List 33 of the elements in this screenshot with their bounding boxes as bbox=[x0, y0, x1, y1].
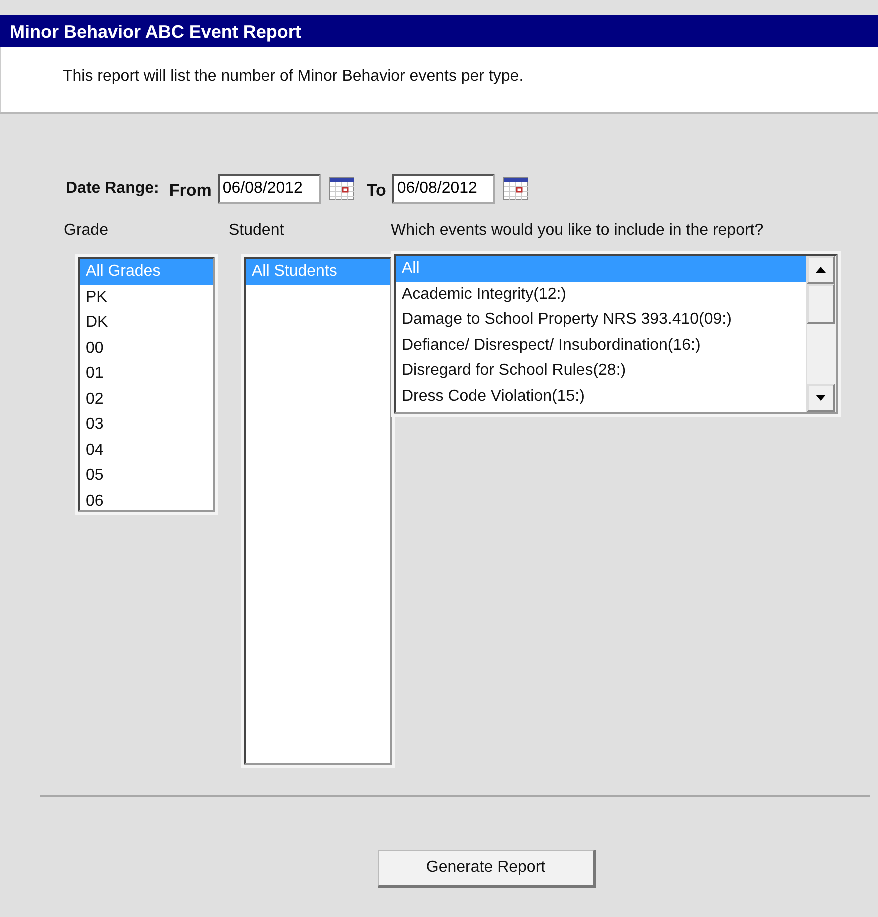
scroll-up-button[interactable] bbox=[807, 256, 835, 284]
page-title: Minor Behavior ABC Event Report bbox=[0, 15, 878, 47]
list-option[interactable]: 04 bbox=[80, 438, 213, 463]
date-field[interactable]: 06/08/2012 bbox=[392, 174, 496, 204]
list-option[interactable]: 06 bbox=[80, 488, 213, 510]
generate-report-button[interactable]: Generate Report bbox=[378, 850, 596, 888]
list-option[interactable]: 02 bbox=[80, 386, 213, 412]
field-label: Date Range: bbox=[66, 179, 160, 199]
scroll-thumb[interactable] bbox=[807, 284, 835, 324]
list-option[interactable]: 03 bbox=[80, 412, 213, 438]
scroll-down-button[interactable] bbox=[807, 384, 835, 412]
list-option[interactable]: Academic Integrity(12:) bbox=[396, 282, 806, 307]
list-option[interactable]: Disregard for School Rules(28:) bbox=[396, 358, 806, 384]
list-option[interactable]: Dress Code Violation(15:) bbox=[396, 384, 806, 409]
list-option[interactable]: PK bbox=[80, 284, 213, 310]
column-label: Grade bbox=[64, 221, 110, 241]
field-label: To bbox=[366, 180, 386, 202]
list-option[interactable]: 00 bbox=[80, 336, 213, 361]
list-box[interactable]: All Grades PK DK 00 01 02 03 04 05 06 bbox=[78, 257, 215, 512]
list-option[interactable]: DK bbox=[80, 310, 213, 336]
list-option[interactable]: Damage to School Property NRS 393.410(09:) bbox=[396, 307, 806, 332]
up-arrow-icon bbox=[815, 266, 827, 274]
description-text: This report will list the number of Minor Behavior events per type. bbox=[63, 68, 524, 85]
list-box[interactable]: All Academic Integrity(12:) Damage to School Property NRS 393.410(09:) Defiance/ Disrespect/ Insubordination(16:) Disregard for School Rules(28:) Dress Code Violation(15:) bbox=[394, 254, 838, 414]
list-option[interactable]: 05 bbox=[80, 463, 213, 488]
list-option[interactable]: Defiance/ Disrespect/ Insubordination(16:) bbox=[396, 332, 806, 358]
column-label: Which events would you like to include in the report? bbox=[391, 221, 765, 241]
scrollbar[interactable] bbox=[806, 256, 836, 412]
column-label: Student bbox=[229, 221, 286, 241]
list-option[interactable]: 01 bbox=[80, 361, 213, 386]
down-arrow-icon bbox=[815, 394, 827, 402]
field-label: From bbox=[169, 180, 212, 202]
date-field[interactable]: 06/08/2012 bbox=[218, 174, 321, 204]
